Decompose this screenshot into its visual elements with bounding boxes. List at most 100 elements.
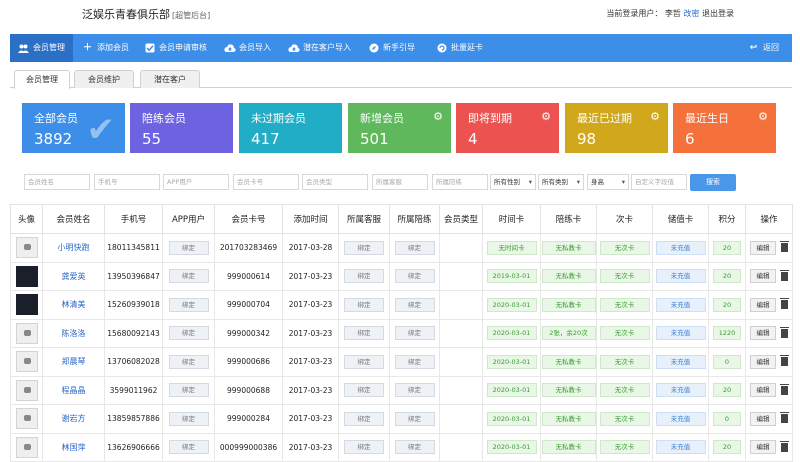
name-filter-input[interactable]: 会员姓名 (24, 174, 90, 190)
member-name-link[interactable]: 林清美 (62, 300, 86, 309)
edit-button[interactable]: 编辑 (750, 354, 776, 369)
time-card-badge[interactable]: 2020-03-01 (486, 326, 537, 341)
member-name-link[interactable]: 陈洛洛 (62, 329, 86, 338)
bind-coach-button[interactable]: 绑定 (394, 269, 435, 284)
trash-icon[interactable] (780, 298, 789, 310)
avatar[interactable] (15, 436, 38, 458)
trash-icon[interactable] (780, 326, 789, 338)
bind-service-button[interactable]: 绑定 (344, 297, 384, 312)
member-name-link[interactable]: 谢岩方 (62, 414, 86, 423)
card-recently-expired[interactable]: 最近已过期 98 ⚙ (565, 103, 668, 153)
member-name-link[interactable]: 郑晨琴 (62, 357, 86, 366)
bind-service-button[interactable]: 绑定 (344, 411, 384, 426)
bind-service-button[interactable]: 绑定 (344, 440, 384, 455)
edit-button[interactable]: 编辑 (750, 440, 776, 455)
member-type-filter-input[interactable]: 会员类型 (302, 174, 368, 190)
value-card-badge[interactable]: 未充值 (655, 240, 706, 255)
time-card-badge[interactable]: 2020-03-01 (486, 354, 537, 369)
custom-field-input[interactable]: 自定义字段值 (631, 174, 687, 190)
bind-coach-button[interactable]: 绑定 (394, 354, 435, 369)
app-user-filter-input[interactable]: APP用户 (163, 174, 229, 190)
status-select[interactable]: 身高 (587, 174, 629, 190)
coach-card-badge[interactable]: 无私教卡 (541, 269, 596, 284)
edit-button[interactable]: 编辑 (750, 383, 776, 398)
coach-card-badge[interactable]: 无私教卡 (541, 297, 596, 312)
points-badge[interactable]: 0 (713, 354, 741, 369)
avatar[interactable] (15, 351, 38, 373)
logout-link[interactable]: 退出登录 (702, 9, 734, 18)
tab-potential-customers[interactable]: 潜在客户 (140, 70, 200, 88)
tab-member-manage[interactable]: 会员管理 (14, 70, 70, 89)
bind-app-button[interactable]: 绑定 (168, 354, 209, 369)
coach-filter-input[interactable]: 所属陪练 (432, 174, 488, 190)
coach-card-badge[interactable]: 无私教卡 (541, 240, 596, 255)
count-card-badge[interactable]: 无次卡 (599, 354, 650, 369)
card-coach-members[interactable]: 陪练会员 55 (130, 103, 233, 153)
points-badge[interactable]: 20 (713, 440, 741, 455)
coach-card-badge[interactable]: 无私教卡 (541, 440, 596, 455)
points-badge[interactable]: 20 (713, 240, 741, 255)
time-card-badge[interactable]: 2020-03-01 (486, 297, 537, 312)
bind-app-button[interactable]: 绑定 (168, 440, 209, 455)
bind-coach-button[interactable]: 绑定 (394, 411, 435, 426)
value-card-badge[interactable]: 未充值 (655, 354, 706, 369)
trash-icon[interactable] (780, 440, 789, 452)
member-name-link[interactable]: 程晶晶 (62, 386, 86, 395)
gender-select[interactable]: 所有性别 (490, 174, 536, 190)
bind-coach-button[interactable]: 绑定 (394, 440, 435, 455)
bind-app-button[interactable]: 绑定 (168, 269, 209, 284)
batch-extend-button[interactable]: 批量延卡 (436, 34, 483, 62)
count-card-badge[interactable]: 无次卡 (599, 240, 650, 255)
service-filter-input[interactable]: 所属客服 (372, 174, 428, 190)
trash-icon[interactable] (780, 383, 789, 395)
bind-app-button[interactable]: 绑定 (168, 411, 209, 426)
count-card-badge[interactable]: 无次卡 (599, 326, 650, 341)
time-card-badge[interactable]: 2019-03-01 (486, 269, 537, 284)
bind-coach-button[interactable]: 绑定 (394, 326, 435, 341)
category-select[interactable]: 所有类别 (538, 174, 584, 190)
avatar[interactable] (15, 408, 38, 430)
edit-button[interactable]: 编辑 (750, 326, 776, 341)
value-card-badge[interactable]: 未充值 (655, 269, 706, 284)
bind-app-button[interactable]: 绑定 (168, 326, 209, 341)
edit-button[interactable]: 编辑 (750, 240, 776, 255)
member-manage-button[interactable]: 会员管理 (10, 34, 73, 62)
newbie-guide-button[interactable]: 新手引导 (368, 34, 415, 62)
bind-service-button[interactable]: 绑定 (344, 326, 384, 341)
time-card-badge[interactable]: 2020-03-01 (486, 411, 537, 426)
count-card-badge[interactable]: 无次卡 (599, 269, 650, 284)
edit-button[interactable]: 编辑 (750, 297, 776, 312)
card-new-members[interactable]: 新增会员 501 ⚙ (348, 103, 451, 153)
gear-icon[interactable]: ⚙ (433, 110, 443, 123)
avatar[interactable] (15, 237, 38, 259)
points-badge[interactable]: 20 (713, 297, 741, 312)
gear-icon[interactable]: ⚙ (650, 110, 660, 123)
count-card-badge[interactable]: 无次卡 (599, 383, 650, 398)
bind-coach-button[interactable]: 绑定 (394, 297, 435, 312)
back-button[interactable]: ↩ 返回 (748, 34, 779, 62)
avatar[interactable] (15, 265, 38, 287)
count-card-badge[interactable]: 无次卡 (599, 297, 650, 312)
value-card-badge[interactable]: 未充值 (655, 297, 706, 312)
edit-button[interactable]: 编辑 (750, 269, 776, 284)
bind-app-button[interactable]: 绑定 (168, 240, 209, 255)
potential-import-button[interactable]: 潜在客户导入 (288, 34, 351, 62)
coach-card-badge[interactable]: 无私教卡 (541, 383, 596, 398)
value-card-badge[interactable]: 未充值 (655, 440, 706, 455)
gear-icon[interactable]: ⚙ (758, 110, 768, 123)
bind-service-button[interactable]: 绑定 (344, 354, 384, 369)
bind-app-button[interactable]: 绑定 (168, 297, 209, 312)
add-member-button[interactable]: ＋ 添加会员 (82, 34, 129, 62)
coach-card-badge[interactable]: 无私教卡 (541, 411, 596, 426)
search-button[interactable]: 搜索 (690, 174, 736, 191)
member-name-link[interactable]: 林国萍 (62, 443, 86, 452)
bind-service-button[interactable]: 绑定 (344, 383, 384, 398)
card-no-filter-input[interactable]: 会员卡号 (233, 174, 299, 190)
value-card-badge[interactable]: 未充值 (655, 326, 706, 341)
time-card-badge[interactable]: 无时间卡 (486, 240, 537, 255)
card-all-members[interactable]: 全部会员 3892 ✔ (22, 103, 125, 153)
bind-app-button[interactable]: 绑定 (168, 383, 209, 398)
change-password-link[interactable]: 改密 (683, 9, 699, 18)
coach-card-badge[interactable]: 2张，余20次 (541, 326, 596, 341)
time-card-badge[interactable]: 2020-03-01 (486, 440, 537, 455)
